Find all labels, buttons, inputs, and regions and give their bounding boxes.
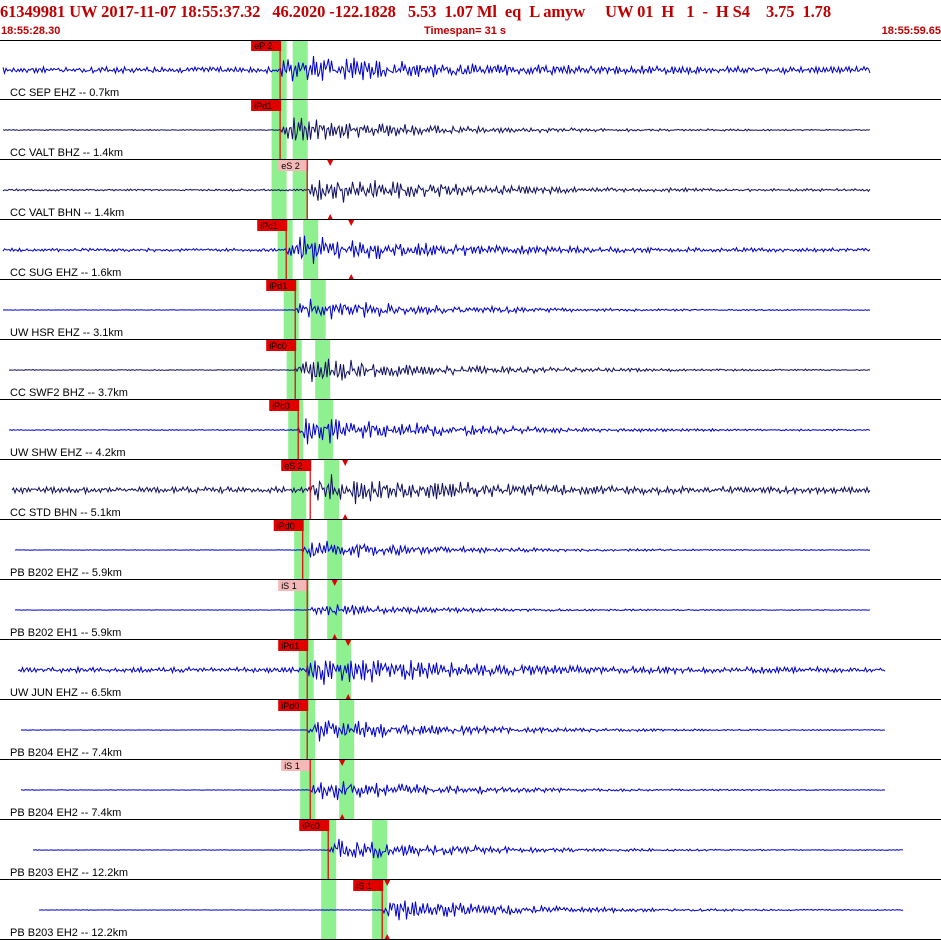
trace-label: PB B204 EHZ -- 7.4km xyxy=(10,747,122,759)
waveform-trace[interactable] xyxy=(2,180,871,203)
trace-label: CC SWF2 BHZ -- 3.7km xyxy=(10,387,128,399)
waveform-trace[interactable] xyxy=(2,55,871,82)
trace-label: UW JUN EHZ -- 6.5km xyxy=(10,687,122,699)
pick-flag-label: iPc1 xyxy=(260,221,278,231)
trace-label: UW HSR EHZ -- 3.1km xyxy=(10,327,124,339)
pick-flag-label: iPd1 xyxy=(254,101,272,111)
pick-flag-label: iPc0 xyxy=(269,341,287,351)
pick-flag-label: iS 1 xyxy=(281,581,297,591)
pick-flag-label: iPd0 xyxy=(281,701,299,711)
pick-flag-label: iPc0 xyxy=(272,401,290,411)
trace-label: PB B203 EHZ -- 12.2km xyxy=(10,867,128,879)
trace-label: CC SUG EHZ -- 1.6km xyxy=(10,267,122,279)
event-title: 61349981 UW 2017-11-07 18:55:37.32 46.20… xyxy=(0,3,831,21)
pick-flag-label: eP 2 xyxy=(254,41,272,51)
waveform-trace[interactable] xyxy=(20,720,886,742)
pick-marker-top xyxy=(348,220,355,226)
pick-flag-label: iPd0 xyxy=(277,521,295,531)
waveform-trace[interactable] xyxy=(17,659,886,685)
waveform-trace[interactable] xyxy=(2,298,871,320)
pick-flag-label: iS 1 xyxy=(284,761,300,771)
waveform-trace[interactable] xyxy=(39,900,904,921)
trace-label: PB B203 EH2 -- 12.2km xyxy=(10,927,128,939)
pick-flag-label: iPc0 xyxy=(302,821,320,831)
trace-label: CC SEP EHZ -- 0.7km xyxy=(10,87,120,99)
trace-label: PB B202 EH1 -- 5.9km xyxy=(10,627,122,639)
pick-marker-top xyxy=(327,160,334,166)
waveform-trace[interactable] xyxy=(2,117,871,141)
end-time: 18:55:59.65 xyxy=(881,25,941,37)
start-time: 18:55:28.30 xyxy=(1,25,61,37)
trace-label: CC STD BHN -- 5.1km xyxy=(10,507,121,519)
pick-flag-label: iPd1 xyxy=(269,281,287,291)
trace-label: CC VALT BHN -- 1.4km xyxy=(10,207,125,219)
trace-label: UW SHW EHZ -- 4.2km xyxy=(10,447,126,459)
pick-flag-label: iS 1 xyxy=(356,881,372,891)
waveform-trace[interactable] xyxy=(2,235,871,264)
seismogram-panel[interactable]: eP 2 iPd1 eS 2 iPc1 iPd1 iPc0 iPc0 eS 2 iPd0 iS 1… xyxy=(0,40,941,940)
waveform-trace[interactable] xyxy=(11,474,871,505)
seismogram-plot[interactable]: eP 2 iPd1 eS 2 iPc1 iPd1 iPc0 iPc0 eS 2 iPd0 iS 1… xyxy=(0,40,941,940)
pick-flag-label: iPd1 xyxy=(281,641,299,651)
waveform-trace[interactable] xyxy=(14,604,871,616)
trace-label: PB B204 EH2 -- 7.4km xyxy=(10,807,122,819)
waveform-trace[interactable] xyxy=(14,540,871,558)
header: 61349981 UW 2017-11-07 18:55:37.32 46.20… xyxy=(0,0,941,40)
pick-flag-label: eS 2 xyxy=(284,461,303,471)
waveform-trace[interactable] xyxy=(8,358,871,383)
waveform-trace[interactable] xyxy=(8,418,871,445)
waveform-trace[interactable] xyxy=(32,838,904,859)
pick-marker-top xyxy=(342,460,349,466)
pick-flag-label: eS 2 xyxy=(281,161,300,171)
waveform-trace[interactable] xyxy=(20,781,886,801)
trace-label: PB B202 EHZ -- 5.9km xyxy=(10,567,122,579)
timespan: Timespan= 31 s xyxy=(424,25,507,37)
trace-label: CC VALT BHZ -- 1.4km xyxy=(10,147,124,159)
